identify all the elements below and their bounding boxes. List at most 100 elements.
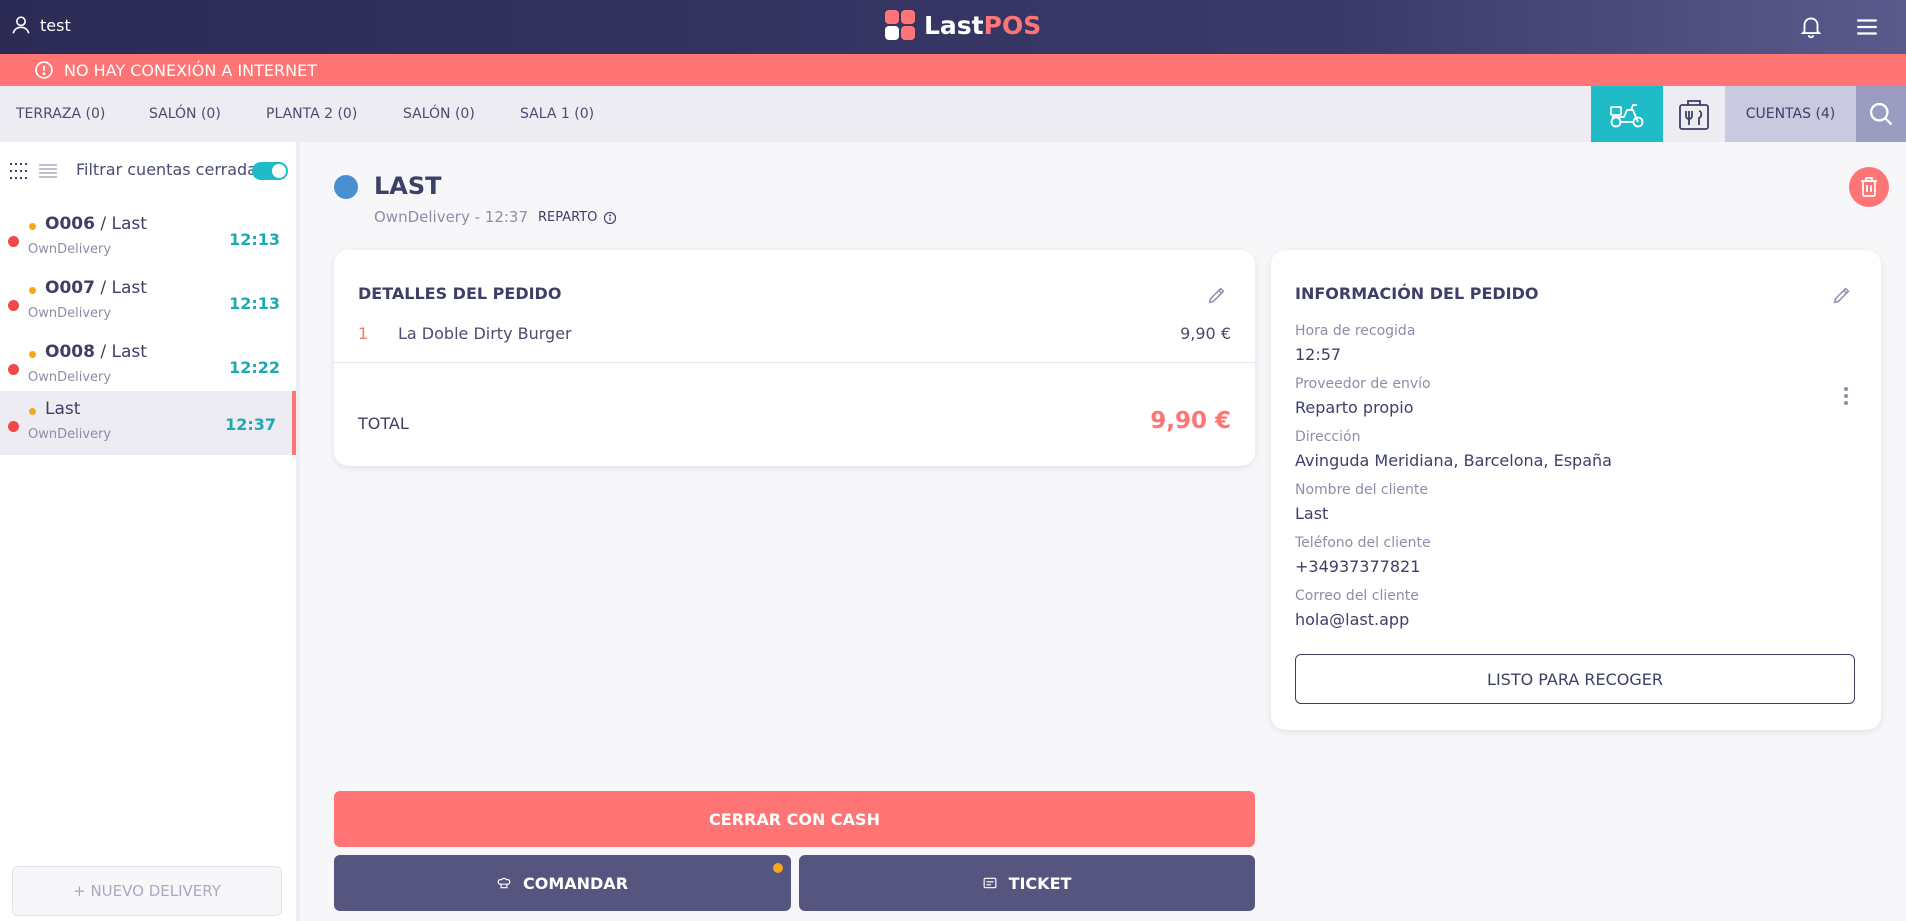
account-code: O008 xyxy=(45,342,95,362)
order-title: LAST xyxy=(374,172,442,200)
lastpos-logo-icon xyxy=(885,10,915,40)
edit-pencil-icon[interactable] xyxy=(1206,284,1228,306)
room-tab-planta-2[interactable]: PLANTA 2 (0) xyxy=(266,106,357,122)
customer-email-value: hola@last.app xyxy=(1295,610,1410,629)
accounts-button[interactable]: CUENTAS (4) xyxy=(1725,86,1856,142)
provider-value: Reparto propio xyxy=(1295,398,1414,417)
close-with-cash-button[interactable]: CERRAR CON CASH xyxy=(334,791,1255,847)
status-dot xyxy=(8,300,19,311)
trash-icon xyxy=(1861,177,1877,197)
order-info-heading: INFORMACIÓN DEL PEDIDO xyxy=(1295,284,1539,303)
ticket-label: TICKET xyxy=(1008,873,1072,893)
list-view-icon[interactable] xyxy=(38,162,58,180)
pending-dot xyxy=(29,287,36,294)
status-dot xyxy=(8,421,19,432)
address-label: Dirección xyxy=(1295,429,1361,445)
address-value: Avinguda Meridiana, Barcelona, España xyxy=(1295,451,1612,470)
room-tab-terraza[interactable]: TERRAZA (0) xyxy=(16,106,105,122)
account-code: O007 xyxy=(45,278,95,298)
pending-badge xyxy=(773,863,783,873)
order-meta: OwnDelivery - 12:37 xyxy=(374,208,529,226)
info-icon xyxy=(604,211,617,224)
total-value: 9,90 € xyxy=(1150,408,1231,434)
brand-last: Last xyxy=(924,10,984,40)
order-color-dot xyxy=(334,175,358,199)
delete-order-button[interactable] xyxy=(1849,167,1889,207)
total-label: TOTAL xyxy=(358,414,409,433)
customer-phone-label: Teléfono del cliente xyxy=(1295,535,1431,551)
customer-email-label: Correo del cliente xyxy=(1295,588,1419,604)
notifications-bell-icon[interactable] xyxy=(1798,13,1824,39)
room-tab-salon-1[interactable]: SALÓN (0) xyxy=(149,106,221,122)
pickup-time-value: 12:57 xyxy=(1295,345,1342,364)
no-connection-alert: NO HAY CONEXIÓN A INTERNET xyxy=(0,54,1906,86)
edit-pencil-icon[interactable] xyxy=(1831,284,1853,306)
takeaway-mode-button[interactable] xyxy=(1663,86,1725,142)
account-time: 12:13 xyxy=(229,294,280,313)
pending-dot xyxy=(29,223,36,230)
customer-name-value: Last xyxy=(1295,504,1329,523)
search-icon xyxy=(1869,102,1893,126)
filter-closed-label: Filtrar cuentas cerradas xyxy=(76,160,266,179)
ready-for-pickup-button[interactable]: LISTO PARA RECOGER xyxy=(1295,654,1855,704)
account-item-selected[interactable]: Last OwnDelivery 12:37 xyxy=(0,391,296,455)
provider-label: Proveedor de envío xyxy=(1295,376,1431,392)
room-tab-sala-1[interactable]: SALA 1 (0) xyxy=(520,106,594,122)
filter-bar: Filtrar cuentas cerradas xyxy=(0,142,296,198)
account-time: 12:37 xyxy=(225,415,276,434)
account-item[interactable]: O008 / Last OwnDelivery 12:22 xyxy=(0,334,296,398)
hamburger-menu-icon[interactable] xyxy=(1854,14,1880,40)
order-type[interactable]: REPARTO xyxy=(538,210,617,225)
order-info-card: INFORMACIÓN DEL PEDIDO Hora de recogida … xyxy=(1271,250,1881,730)
order-details-card: DETALLES DEL PEDIDO 1 La Doble Dirty Bur… xyxy=(334,250,1255,466)
scooter-icon xyxy=(1610,104,1644,128)
comandar-button[interactable]: COMANDAR xyxy=(334,855,791,911)
pending-dot xyxy=(29,408,36,415)
account-name: Last xyxy=(45,399,81,419)
order-details-heading: DETALLES DEL PEDIDO xyxy=(358,284,562,303)
account-item[interactable]: O006 / Last OwnDelivery 12:13 xyxy=(0,206,296,270)
pending-dot xyxy=(29,351,36,358)
accounts-sidebar: Filtrar cuentas cerradas O006 / Last Own… xyxy=(0,142,300,921)
account-source: OwnDelivery xyxy=(28,427,112,442)
new-delivery-button[interactable]: + NUEVO DELIVERY xyxy=(12,866,282,916)
order-type-label: REPARTO xyxy=(538,210,598,225)
divider xyxy=(334,362,1255,363)
account-name: / Last xyxy=(94,278,147,298)
alert-text: NO HAY CONEXIÓN A INTERNET xyxy=(64,60,317,80)
account-item[interactable]: O007 / Last OwnDelivery 12:13 xyxy=(0,270,296,334)
filter-closed-toggle[interactable] xyxy=(252,162,288,180)
comandar-label: COMANDAR xyxy=(522,873,629,893)
line-product-name[interactable]: La Doble Dirty Burger xyxy=(398,324,572,343)
pickup-time-label: Hora de recogida xyxy=(1295,323,1416,339)
warning-circle-icon xyxy=(35,61,53,79)
account-source: OwnDelivery xyxy=(28,306,112,321)
delivery-mode-button[interactable] xyxy=(1591,86,1663,142)
rooms-bar: TERRAZA (0) SALÓN (0) PLANTA 2 (0) SALÓN… xyxy=(0,86,1906,142)
user-name: test xyxy=(40,15,71,35)
grid-view-icon[interactable] xyxy=(10,162,30,180)
customer-phone-value: +34937377821 xyxy=(1295,557,1421,576)
ticket-button[interactable]: TICKET xyxy=(799,855,1255,911)
room-tab-salon-2[interactable]: SALÓN (0) xyxy=(403,106,475,122)
status-dot xyxy=(8,236,19,247)
status-dot xyxy=(8,364,19,375)
takeaway-bag-icon xyxy=(1679,100,1709,130)
account-time: 12:13 xyxy=(229,230,280,249)
search-button[interactable] xyxy=(1856,86,1906,142)
app-logo: LastPOS xyxy=(884,9,1041,41)
more-options-icon[interactable] xyxy=(1843,386,1849,406)
account-name: / Last xyxy=(94,342,147,362)
top-bar: test LastPOS xyxy=(0,0,1906,54)
account-code: O006 xyxy=(45,214,95,234)
brand-pos: POS xyxy=(983,10,1042,40)
user-icon xyxy=(12,16,30,34)
customer-name-label: Nombre del cliente xyxy=(1295,482,1428,498)
user-menu[interactable]: test xyxy=(10,14,71,36)
line-price: 9,90 € xyxy=(1180,324,1231,343)
account-source: OwnDelivery xyxy=(28,242,112,257)
account-source: OwnDelivery xyxy=(28,370,112,385)
ticket-icon xyxy=(983,877,996,889)
line-quantity: 1 xyxy=(358,324,369,343)
chef-hat-icon xyxy=(497,877,511,889)
